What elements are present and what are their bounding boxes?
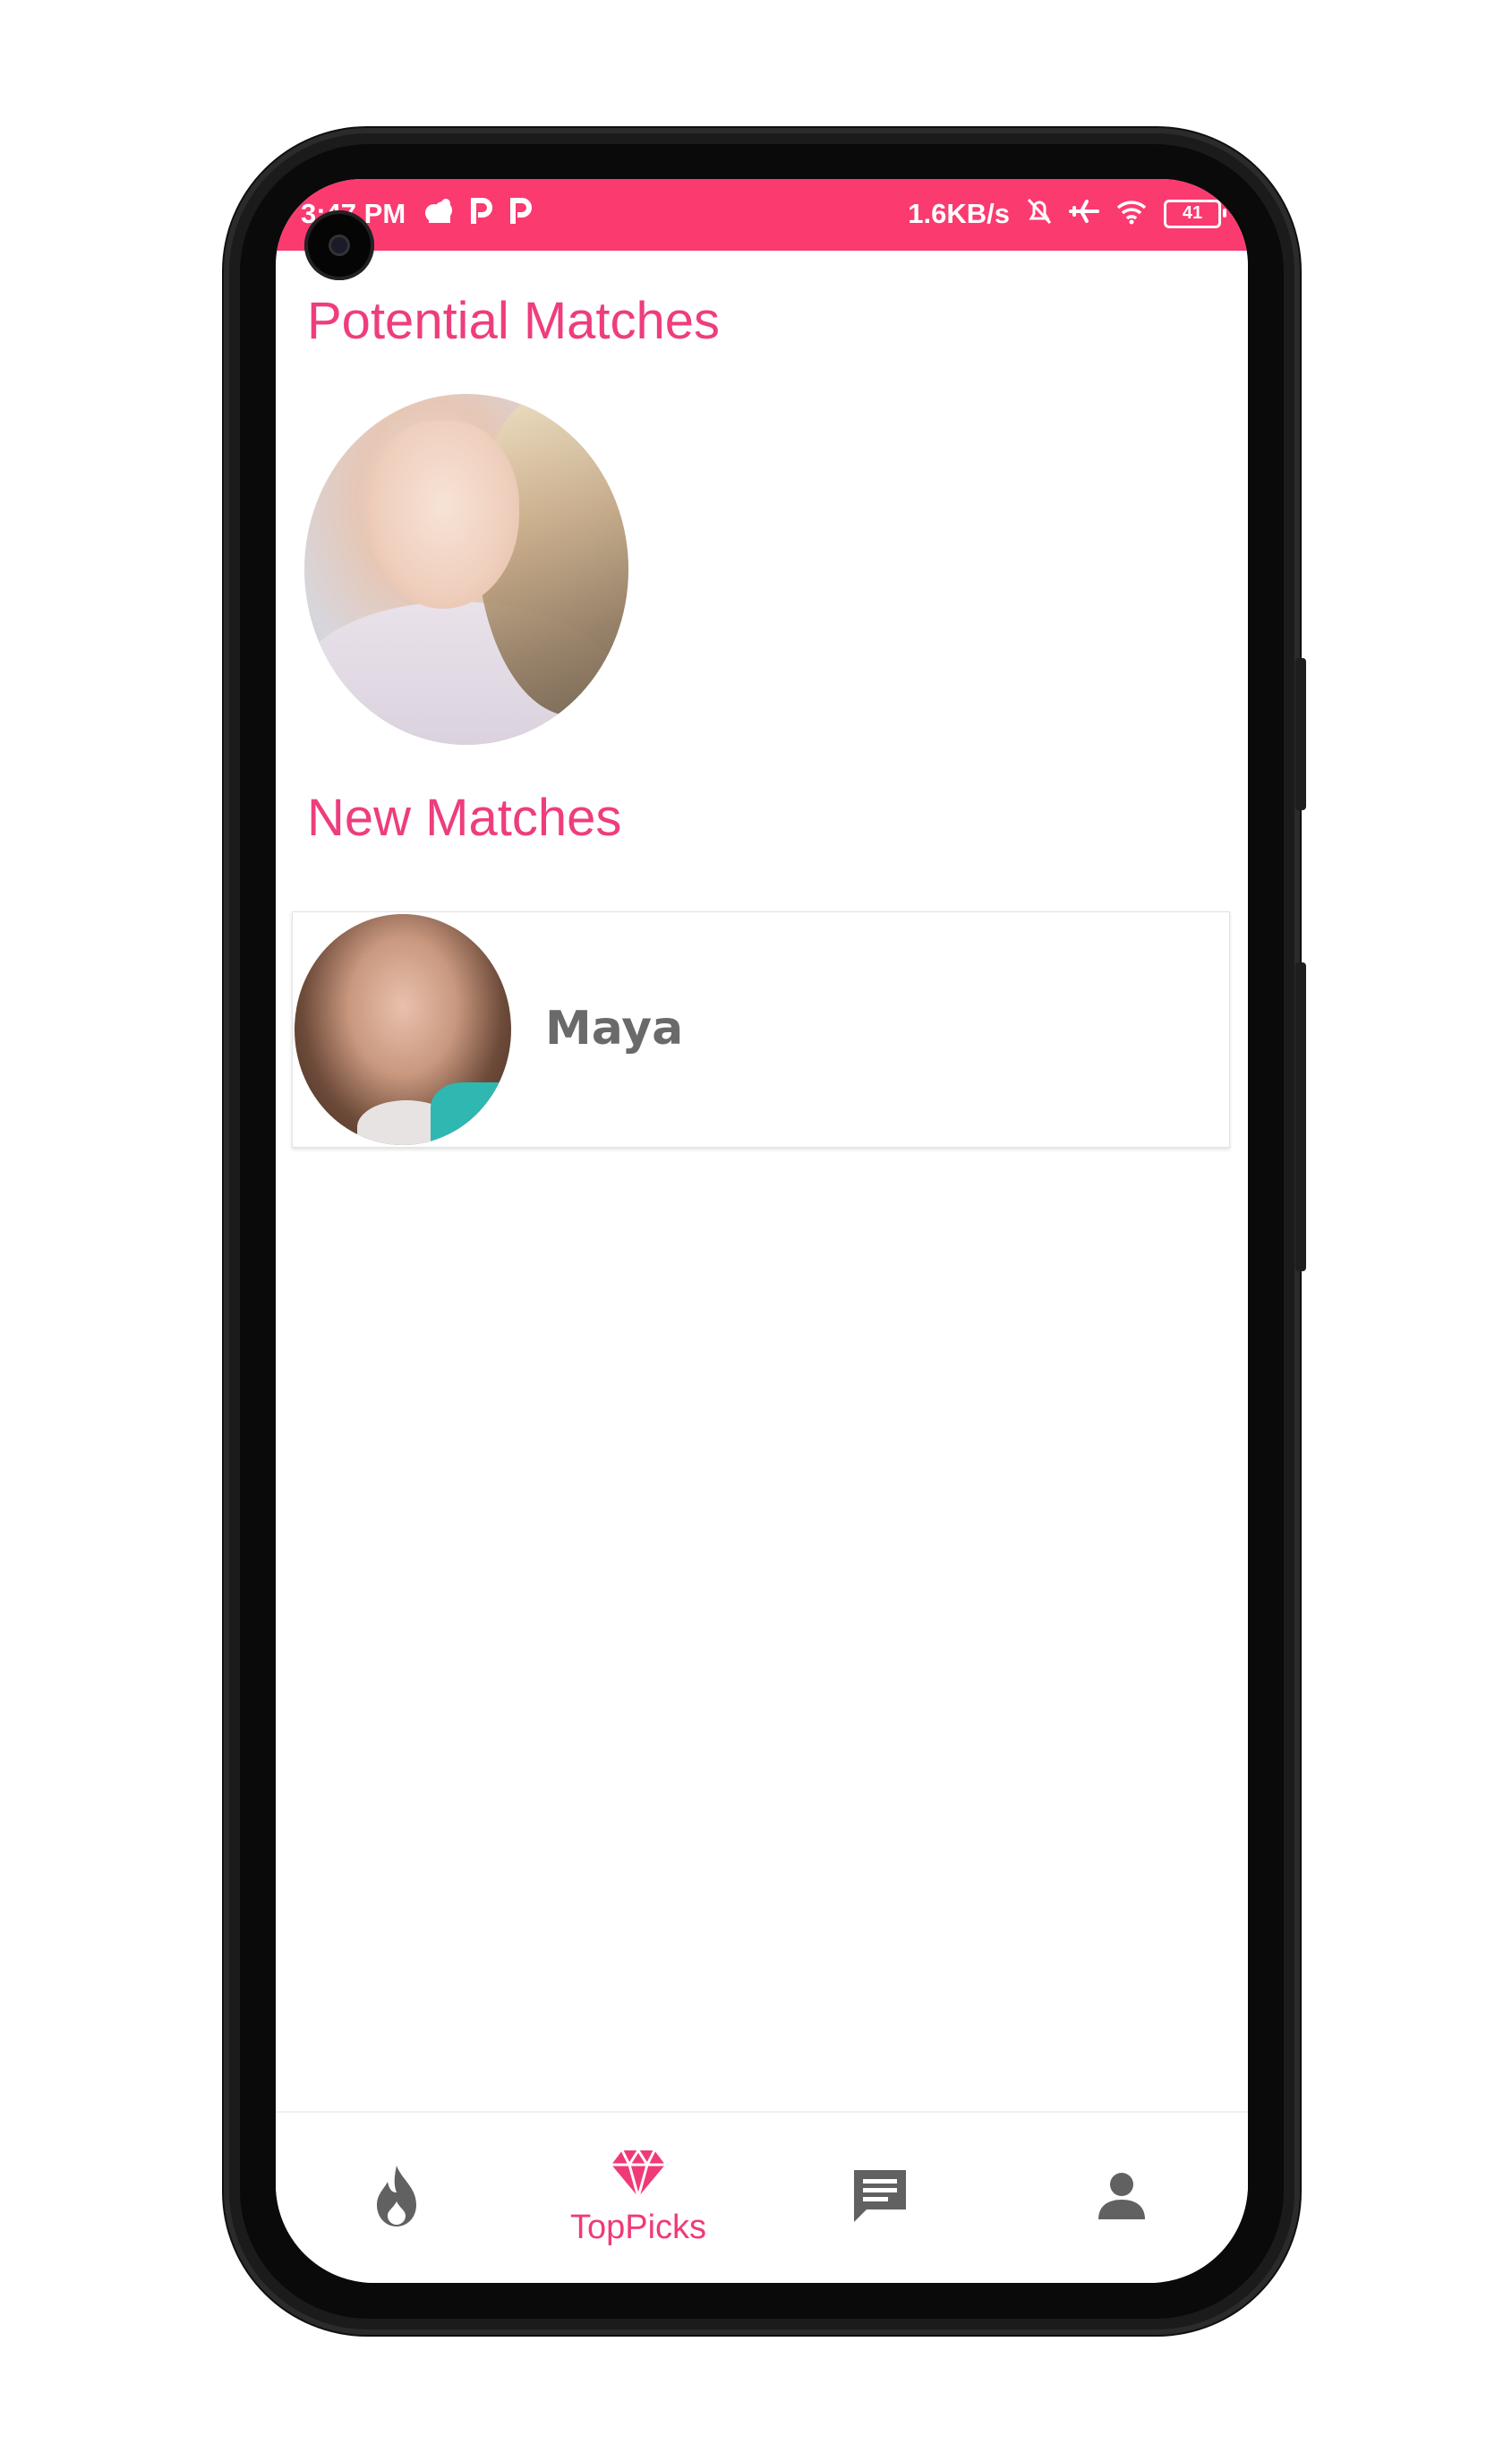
nav-item-discover[interactable] [276,2113,517,2283]
flame-icon [372,2164,422,2233]
page: 3:47 PM 1.6KB/s [0,0,1512,2453]
nav-item-toppicks[interactable]: TopPicks [517,2113,759,2283]
network-speed: 1.6KB/s [908,197,1010,229]
app-screen: 3:47 PM 1.6KB/s [276,179,1248,2283]
battery-icon: 41 [1164,199,1226,228]
nav-item-messages[interactable] [759,2113,1001,2283]
potential-match-avatar[interactable] [304,394,628,745]
diamond-icon [610,2149,667,2203]
nav-item-profile[interactable] [1001,2113,1243,2283]
battery-level: 41 [1182,203,1203,223]
power-button [1295,962,1306,1271]
weather-icon [422,198,454,229]
bottom-navigation: TopPicks [276,2111,1248,2283]
front-camera [304,210,374,280]
volume-button [1295,658,1306,810]
chat-icon [850,2167,910,2230]
notification-p-icon-2 [509,197,533,230]
match-name: Maya [545,1002,684,1056]
bell-muted-icon [1026,197,1053,230]
potential-matches-title: Potential Matches [307,292,721,350]
match-avatar[interactable] [295,914,511,1145]
status-bar: 3:47 PM 1.6KB/s [276,179,1248,251]
airplane-icon [1069,197,1099,230]
status-right: 1.6KB/s 41 [908,197,1226,230]
nav-label-toppicks: TopPicks [569,2209,707,2246]
notification-p-icon [470,197,493,230]
new-matches-title: New Matches [307,789,622,847]
new-match-card[interactable]: Maya [292,911,1230,1148]
wifi-icon [1115,198,1148,229]
profile-icon [1097,2171,1147,2226]
